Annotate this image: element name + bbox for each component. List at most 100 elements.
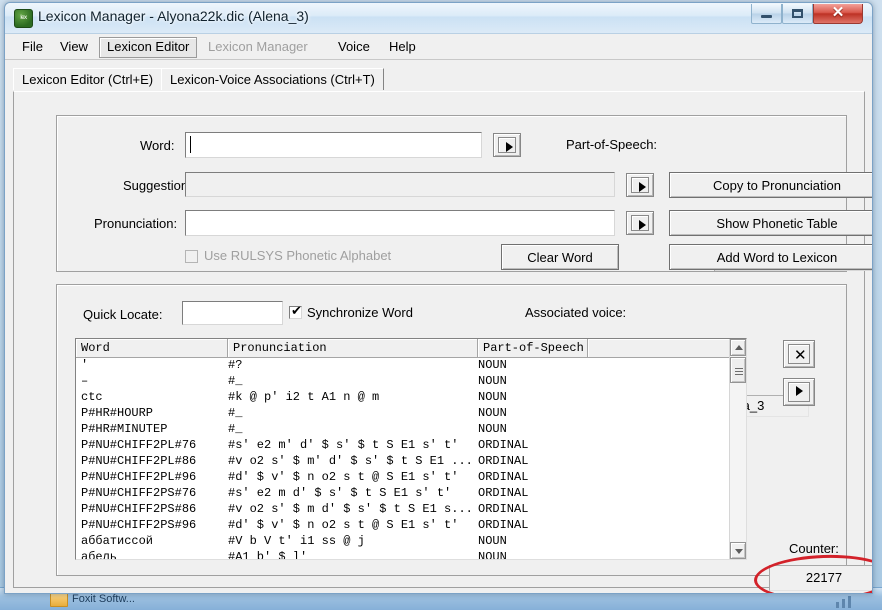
cell-word: аббатиссой (81, 534, 154, 548)
counter-value: 22177 (769, 565, 872, 591)
cell-pronunciation: #V b V t' i1 ss @ j (228, 534, 365, 548)
cell-pronunciation: #? (228, 358, 243, 372)
add-word-to-lexicon-button[interactable]: Add Word to Lexicon (669, 244, 872, 270)
table-row[interactable]: абель #A1 b' $ l' NOUN (76, 550, 746, 559)
column-header-word[interactable]: Word (76, 339, 228, 358)
cell-word: P#NU#CHIFF2PL#86 (81, 454, 197, 468)
lexicon-list-group: Quick Locate: ✔ Synchronize Word Associa… (56, 284, 872, 593)
lexicon-table[interactable]: Word Pronunciation Part-of-Speech ' #? NOU… (75, 338, 747, 560)
play-arrow-icon (498, 137, 516, 153)
column-header-blank[interactable] (588, 339, 731, 358)
menu-help[interactable]: Help (382, 37, 423, 56)
menu-bar: File View Lexicon Editor Lexicon Manager… (5, 34, 872, 60)
menu-lexicon-editor[interactable]: Lexicon Editor (99, 37, 198, 58)
cell-pronunciation: #_ (228, 422, 243, 436)
cell-part-of-speech: ORDINAL (478, 454, 529, 468)
scroll-up-button[interactable] (730, 339, 746, 356)
maximize-icon (792, 9, 803, 18)
word-play-button[interactable] (493, 133, 521, 157)
table-row[interactable]: аббатиссой #V b V t' i1 ss @ j NOUN (76, 534, 746, 550)
menu-view[interactable]: View (53, 37, 95, 56)
delete-word-button[interactable]: ✕ (783, 340, 815, 368)
cell-part-of-speech: ORDINAL (478, 502, 529, 516)
cell-pronunciation: #k @ p' i2 t A1 n @ m (228, 390, 380, 404)
cell-part-of-speech: ORDINAL (478, 486, 529, 500)
associated-voice-label: Associated voice: (525, 305, 627, 320)
table-row[interactable]: ' #? NOUN (76, 358, 746, 374)
table-row[interactable]: P#NU#CHIFF2PL#76 #s' e2 m' d' $ s' $ t S … (76, 438, 746, 454)
rulsys-checkbox-label: Use RULSYS Phonetic Alphabet (204, 248, 392, 263)
close-x-icon: ✕ (788, 344, 810, 364)
table-row[interactable]: – #_ NOUN (76, 374, 746, 390)
suggestion-label: Suggestion: (123, 178, 192, 193)
cell-word: ' (81, 358, 89, 372)
play-arrow-icon (631, 215, 649, 231)
chevron-down-icon (735, 549, 743, 554)
play-word-button[interactable] (783, 378, 815, 406)
cell-word: P#NU#CHIFF2PS#96 (81, 518, 197, 532)
checkmark-icon: ✔ (291, 304, 302, 319)
quick-locate-label: Quick Locate: (83, 307, 163, 322)
cell-pronunciation: #v o2 s' $ m' d' $ s' $ t S E1 ... (228, 454, 473, 468)
cell-word: ctc (81, 390, 103, 404)
suggestion-input[interactable] (185, 172, 615, 197)
cell-word: P#HR#MINUTEP (81, 422, 168, 436)
cell-word: – (81, 374, 89, 388)
table-row[interactable]: P#HR#HOURP #_ NOUN (76, 406, 746, 422)
cell-part-of-speech: ORDINAL (478, 518, 529, 532)
table-row[interactable]: P#NU#CHIFF2PL#86 #v o2 s' $ m' d' $ s' $ … (76, 454, 746, 470)
app-icon: lex (14, 9, 33, 28)
copy-to-pronunciation-button[interactable]: Copy to Pronunciation (669, 172, 872, 198)
tab-lexicon-editor[interactable]: Lexicon Editor (Ctrl+E) (13, 68, 163, 90)
word-edit-group: Word: Suggestion: Pronunciation: Use RUL… (56, 115, 872, 272)
cell-word: P#NU#CHIFF2PL#76 (81, 438, 197, 452)
minimize-icon (761, 15, 772, 18)
show-phonetic-table-button[interactable]: Show Phonetic Table (669, 210, 872, 236)
maximize-button[interactable] (782, 4, 813, 24)
table-row[interactable]: P#NU#CHIFF2PL#96 #d' $ v' $ n o2 s t @ S … (76, 470, 746, 486)
cell-pronunciation: #d' $ v' $ n o2 s t @ S E1 s' t' (228, 470, 459, 484)
cell-pronunciation: #A1 b' $ l' (228, 550, 308, 559)
menu-voice[interactable]: Voice (331, 37, 377, 56)
main-window: lex Lexicon Manager - Alyona22k.dic (Ale… (4, 2, 873, 594)
table-row[interactable]: ctc #k @ p' i2 t A1 n @ m NOUN (76, 390, 746, 406)
scrollbar-track[interactable] (730, 356, 746, 542)
pronunciation-play-button[interactable] (626, 211, 654, 235)
scroll-down-button[interactable] (730, 542, 746, 559)
table-row[interactable]: P#HR#MINUTEP #_ NOUN (76, 422, 746, 438)
minimize-button[interactable] (751, 4, 782, 24)
counter-label: Counter: (789, 541, 839, 556)
table-row[interactable]: P#NU#CHIFF2PS#96 #d' $ v' $ n o2 s t @ S … (76, 518, 746, 534)
rulsys-checkbox[interactable] (185, 250, 198, 263)
cell-pronunciation: #s' e2 m' d' $ s' $ t S E1 s' t' (228, 438, 459, 452)
column-header-pronunciation[interactable]: Pronunciation (228, 339, 478, 358)
title-bar: lex Lexicon Manager - Alyona22k.dic (Ale… (5, 3, 872, 34)
cell-pronunciation: #v o2 s' $ m d' $ s' $ t S E1 s... (228, 502, 473, 516)
cell-part-of-speech: NOUN (478, 374, 507, 388)
menu-file[interactable]: File (15, 37, 50, 56)
cell-part-of-speech: ORDINAL (478, 438, 529, 452)
synchronize-word-label: Synchronize Word (307, 305, 413, 320)
scrollbar-thumb[interactable] (730, 357, 746, 383)
folder-icon (50, 592, 68, 607)
cell-word: P#NU#CHIFF2PS#86 (81, 502, 197, 516)
vertical-scrollbar[interactable] (729, 339, 746, 559)
play-arrow-icon (788, 382, 810, 402)
tab-lexicon-voice-associations[interactable]: Lexicon-Voice Associations (Ctrl+T) (161, 68, 384, 90)
synchronize-word-checkbox[interactable]: ✔ (289, 304, 302, 319)
table-row[interactable]: P#NU#CHIFF2PS#86 #v o2 s' $ m d' $ s' $ t… (76, 502, 746, 518)
cell-part-of-speech: NOUN (478, 534, 507, 548)
cell-part-of-speech: NOUN (478, 422, 507, 436)
quick-locate-input[interactable] (182, 301, 283, 325)
pronunciation-label: Pronunciation: (94, 216, 178, 231)
word-input[interactable] (185, 132, 482, 158)
close-button[interactable]: ✕ (813, 4, 863, 24)
cell-pronunciation: #s' e2 m d' $ s' $ t S E1 s' t' (228, 486, 452, 500)
clear-word-button[interactable]: Clear Word (501, 244, 619, 270)
pronunciation-input[interactable] (185, 210, 615, 236)
table-header: Word Pronunciation Part-of-Speech (76, 339, 746, 358)
cell-part-of-speech: ORDINAL (478, 470, 529, 484)
column-header-part-of-speech[interactable]: Part-of-Speech (478, 339, 588, 358)
table-row[interactable]: P#NU#CHIFF2PS#76 #s' e2 m d' $ s' $ t S E… (76, 486, 746, 502)
suggestion-play-button[interactable] (626, 173, 654, 197)
